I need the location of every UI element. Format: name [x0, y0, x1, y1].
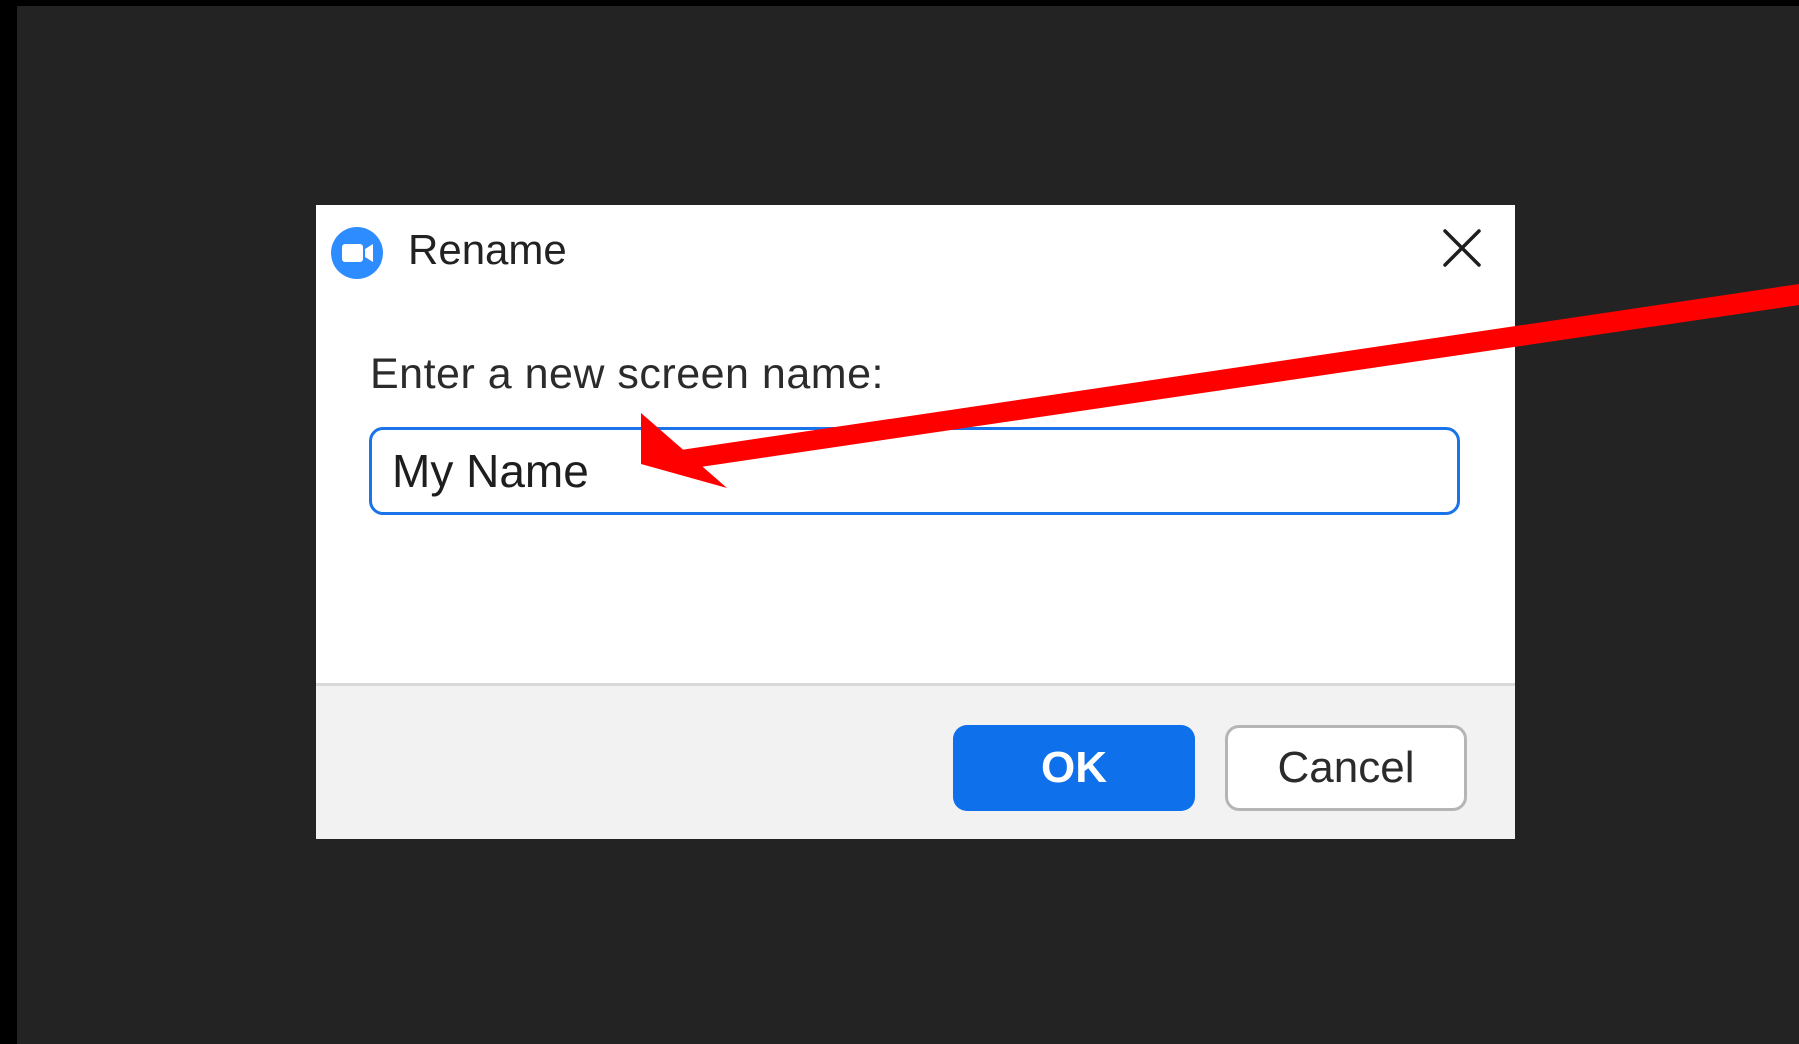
dialog-titlebar: Rename	[316, 205, 1515, 295]
name-input[interactable]	[369, 427, 1460, 515]
dialog-footer: OK Cancel	[316, 683, 1515, 839]
screen-name-label: Enter a new screen name:	[370, 350, 884, 398]
rename-dialog: Rename Enter a new screen name: OK Cance…	[316, 205, 1515, 839]
close-icon[interactable]	[1434, 220, 1490, 276]
cancel-button[interactable]: Cancel	[1225, 725, 1467, 811]
zoom-camera-icon	[330, 226, 384, 280]
dialog-title: Rename	[408, 226, 567, 273]
ok-button[interactable]: OK	[953, 725, 1195, 811]
